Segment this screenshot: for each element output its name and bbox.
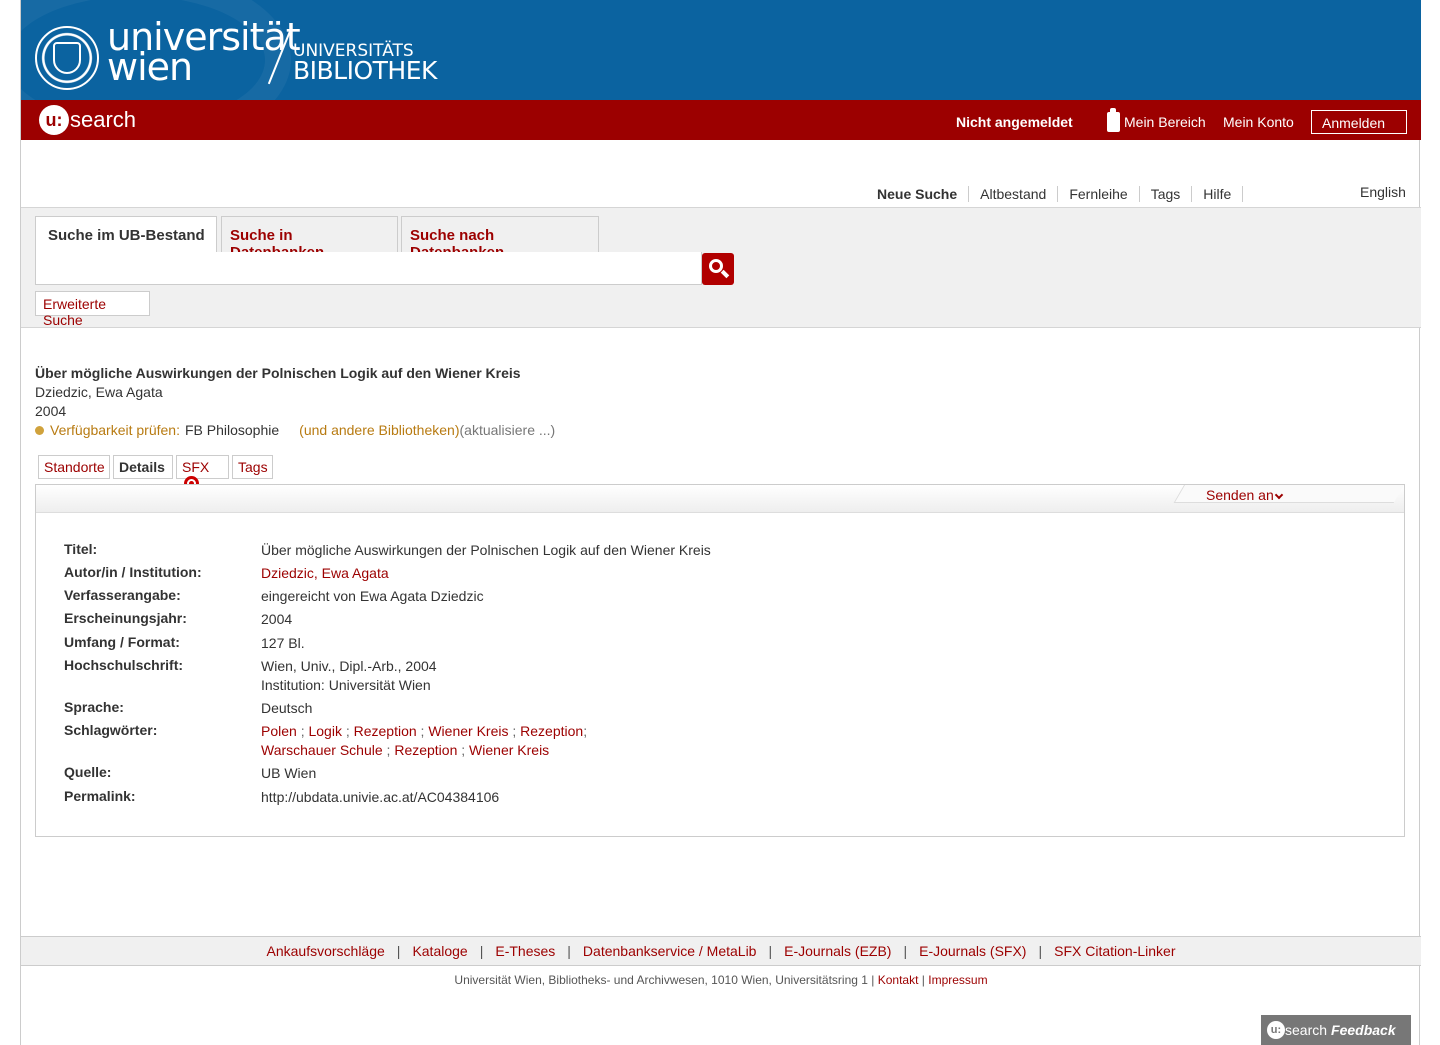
thesis-line: Wien, Univ., Dipl.-Arb., 2004	[261, 658, 437, 674]
library-wordmark[interactable]: UNIVERSITÄTS BIBLIOTHEK	[293, 42, 437, 85]
contact-link[interactable]: Kontakt	[878, 973, 919, 987]
footer-link-citation-linker[interactable]: SFX Citation-Linker	[1054, 943, 1175, 959]
u-logo-icon: u:	[1267, 1021, 1285, 1039]
nav-altbestand[interactable]: Altbestand	[969, 186, 1059, 202]
detail-label: Titel:	[64, 541, 98, 557]
permalink-value[interactable]: http://ubdata.univie.ac.at/AC04384106	[261, 788, 1161, 807]
subject-link[interactable]: Wiener Kreis	[428, 723, 508, 739]
footer-address: Universität Wien, Bibliotheks- und Archi…	[21, 973, 1421, 987]
detail-value: eingereicht von Ewa Agata Dziedzic	[261, 588, 484, 604]
advanced-search-button[interactable]: Erweiterte Suche	[35, 291, 150, 328]
tab-in-datenbanken[interactable]: Suche in Datenbanken	[221, 216, 398, 261]
subject-link[interactable]: Warschauer Schule	[261, 742, 383, 758]
feedback-button[interactable]: u: search Feedback	[1261, 1015, 1411, 1045]
footer-links: Ankaufsvorschläge | Kataloge | E-Theses | D…	[21, 936, 1421, 966]
subject-link[interactable]: Wiener Kreis	[469, 742, 549, 758]
subject-link[interactable]: Polen	[261, 723, 297, 739]
tab-nach-datenbanken[interactable]: Suche nach Datenbanken	[401, 216, 599, 261]
address-text: Universität Wien, Bibliotheks- und Archi…	[454, 973, 875, 987]
subject-link[interactable]: Rezeption	[354, 723, 417, 739]
detail-label: Umfang / Format:	[64, 634, 180, 650]
detail-value: Wien, Univ., Dipl.-Arb., 2004 Institutio…	[261, 657, 1161, 695]
tab-standorte[interactable]: Standorte	[38, 455, 110, 479]
other-libraries-link[interactable]: (und andere Bibliotheken)	[299, 422, 459, 438]
footer-link-etheses[interactable]: E-Theses	[495, 943, 555, 959]
record-author: Dziedzic, Ewa Agata	[35, 384, 163, 400]
availability-status-icon	[35, 425, 44, 435]
availability-link[interactable]: Verfügbarkeit prüfen:	[50, 422, 180, 438]
detail-label: Erscheinungsjahr:	[64, 610, 187, 626]
login-button[interactable]: Anmelden	[1311, 110, 1407, 134]
usearch-logo-text: search	[70, 107, 137, 132]
clipboard-icon	[1107, 108, 1120, 132]
send-to-menu[interactable]: Senden an	[1206, 487, 1283, 503]
tab-ub-bestand[interactable]: Suche im UB-Bestand	[35, 216, 217, 253]
detail-label: Quelle:	[64, 764, 112, 780]
detail-value: Dziedzic, Ewa Agata	[261, 564, 1161, 583]
record-year: 2004	[35, 403, 67, 419]
imprint-link[interactable]: Impressum	[928, 973, 987, 987]
detail-value: Polen ; Logik ; Rezeption ; Wiener Kreis…	[261, 723, 588, 758]
nav-tags[interactable]: Tags	[1140, 186, 1193, 202]
footer-link-kataloge[interactable]: Kataloge	[412, 943, 467, 959]
footer-link-sfx-journals[interactable]: E-Journals (SFX)	[919, 943, 1026, 959]
detail-label: Verfasserangabe:	[64, 587, 181, 603]
footer-link-ankauf[interactable]: Ankaufsvorschläge	[267, 943, 385, 959]
ub-line2: BIBLIOTHEK	[293, 56, 437, 85]
usearch-logo[interactable]: u: search	[39, 105, 136, 135]
detail-label: Permalink:	[64, 788, 136, 804]
subject-link[interactable]: Rezeption	[520, 723, 583, 739]
detail-value: UB Wien	[261, 765, 317, 781]
detail-value: Deutsch	[261, 700, 313, 716]
nav-new-search[interactable]: Neue Suche	[866, 186, 970, 202]
language-switch[interactable]: English	[1360, 184, 1406, 200]
author-link[interactable]: Dziedzic, Ewa Agata	[261, 565, 389, 581]
search-area: Suche im UB-Bestand Suche in Datenbanken…	[21, 207, 1421, 328]
tab-sfx[interactable]: SFX	[176, 455, 229, 491]
availability-location: FB Philosophie	[184, 422, 280, 438]
details-toolbar: Senden an	[36, 485, 1404, 513]
search-button[interactable]	[702, 253, 734, 285]
university-seal-logo[interactable]	[35, 26, 99, 90]
thesis-institution: Institution: Universität Wien	[261, 677, 431, 693]
feedback-logo-text: search	[1285, 1022, 1328, 1038]
u-logo-icon: u:	[39, 105, 69, 135]
detail-label: Hochschulschrift:	[64, 657, 184, 673]
subject-link[interactable]: Rezeption	[394, 742, 457, 758]
top-navigation: Neue Suche Altbestand Fernleihe Tags Hil…	[866, 186, 1244, 202]
footer-separator: |	[921, 973, 925, 987]
chevron-down-icon	[1274, 490, 1283, 500]
detail-label: Schlagwörter:	[64, 722, 158, 738]
university-header: universität wien UNIVERSITÄTS BIBLIOTHEK	[21, 0, 1421, 100]
detail-value: 127 Bl.	[261, 635, 305, 651]
search-input[interactable]	[35, 252, 702, 285]
details-panel: Senden an Titel: Über mögliche Auswirkun…	[35, 484, 1405, 837]
my-account-link[interactable]: Mein Konto	[1223, 114, 1294, 130]
record-title: Über mögliche Auswirkungen der Polnische…	[35, 365, 521, 381]
nav-fernleihe[interactable]: Fernleihe	[1058, 186, 1140, 202]
detail-label: Sprache:	[64, 699, 124, 715]
detail-value: 2004	[261, 611, 293, 627]
usearch-bar: u: search Nicht angemeldet Mein Bereich …	[21, 100, 1421, 140]
footer-link-metalib[interactable]: Datenbankservice / MetaLib	[583, 943, 757, 959]
availability-row: Verfügbarkeit prüfen: FB Philosophie (un…	[35, 422, 555, 438]
subject-link[interactable]: Logik	[308, 723, 341, 739]
login-status: Nicht angemeldet	[956, 114, 1073, 130]
footer-link-ezb[interactable]: E-Journals (EZB)	[784, 943, 891, 959]
tab-tags[interactable]: Tags	[232, 455, 273, 479]
detail-value: Über mögliche Auswirkungen der Polnische…	[261, 542, 711, 558]
feedback-label: Feedback	[1331, 1022, 1396, 1038]
my-area-link[interactable]: Mein Bereich	[1124, 114, 1206, 130]
nav-help[interactable]: Hilfe	[1192, 186, 1244, 202]
tab-details[interactable]: Details	[113, 455, 173, 479]
updating-status: (aktualisiere ...)	[459, 422, 556, 438]
sfx-label: SFX	[182, 459, 210, 475]
send-to-label: Senden an	[1206, 487, 1274, 503]
detail-label: Autor/in / Institution:	[64, 564, 202, 580]
page: universität wien UNIVERSITÄTS BIBLIOTHEK…	[20, 0, 1421, 1045]
